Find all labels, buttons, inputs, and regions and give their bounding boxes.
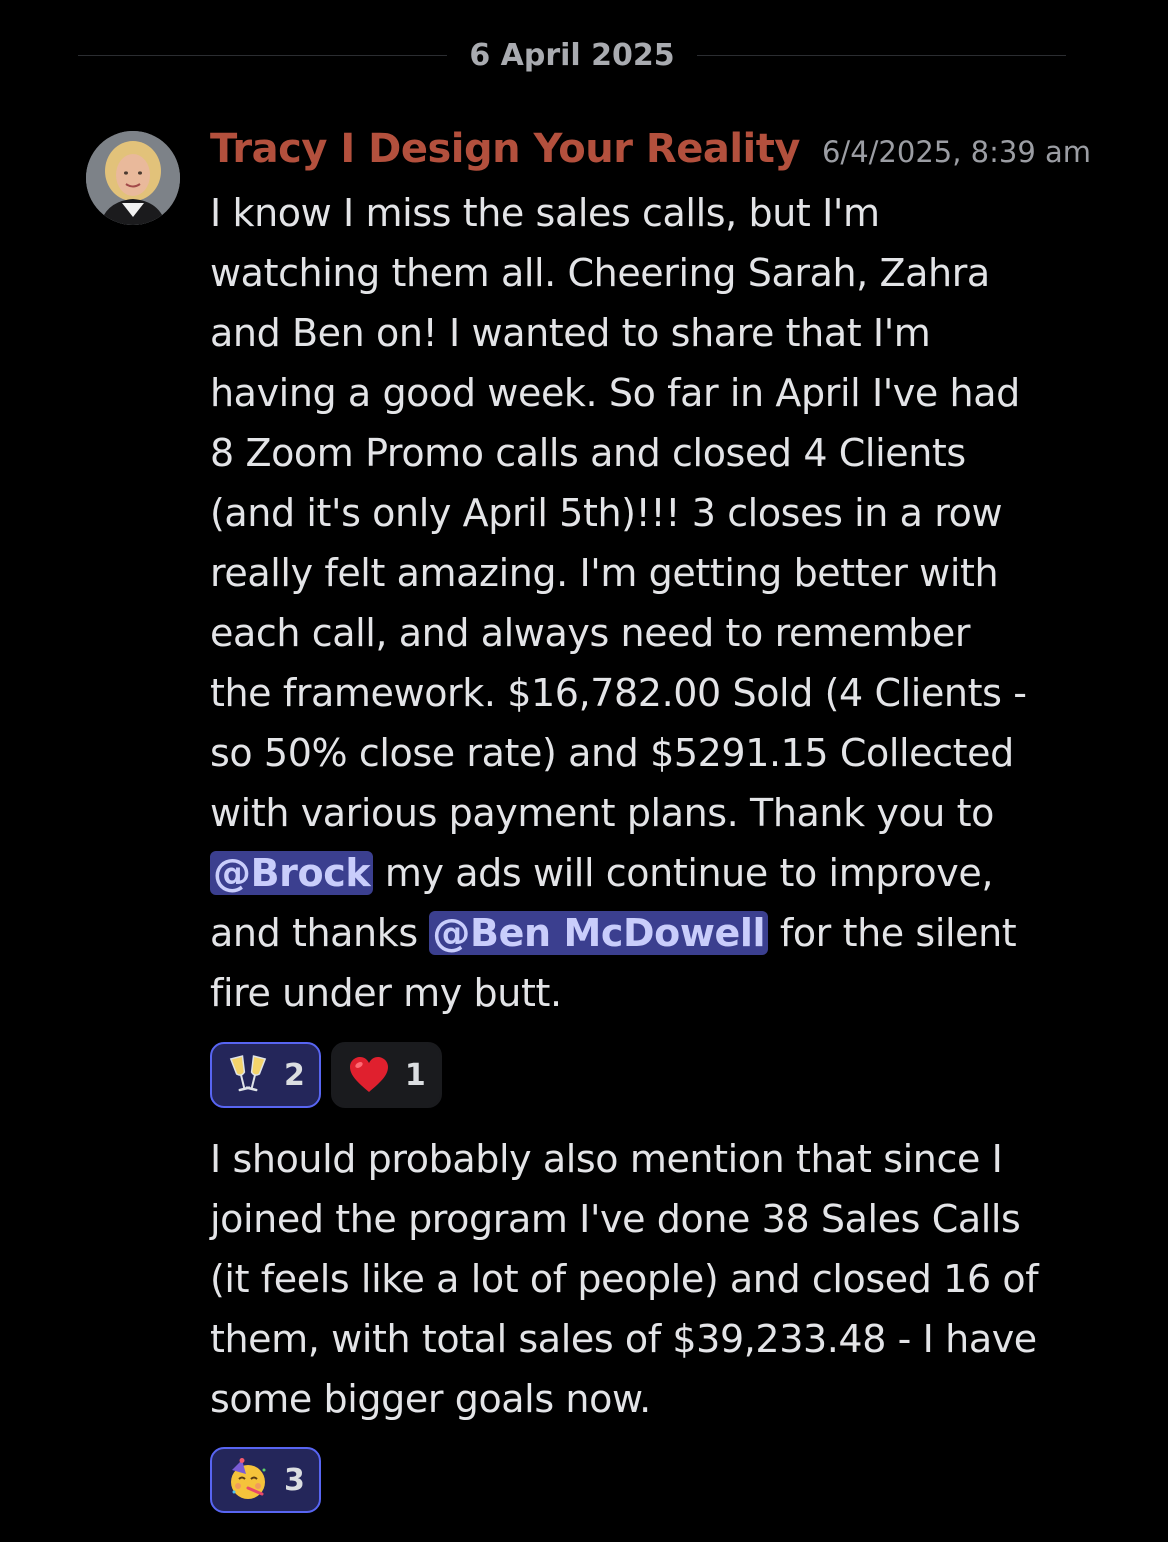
message-line: really felt amazing. I'm getting better … bbox=[210, 551, 999, 595]
message-text-fragment: my ads will continue to improve, bbox=[373, 851, 994, 895]
reaction-bar: 2 1 bbox=[210, 1042, 442, 1108]
message-line: and Ben on! I wanted to share that I'm bbox=[210, 311, 931, 355]
reaction-count: 3 bbox=[284, 1462, 305, 1498]
message-line: each call, and always need to remember bbox=[210, 611, 971, 655]
avatar[interactable] bbox=[86, 131, 180, 225]
reaction-count: 1 bbox=[404, 1057, 426, 1093]
divider-line-left bbox=[78, 54, 448, 56]
red-heart-icon bbox=[349, 1057, 388, 1092]
profile-photo-icon bbox=[86, 131, 180, 225]
clinking-glasses-icon bbox=[229, 1055, 267, 1092]
message-timestamp: 6/4/2025, 8:39 am bbox=[821, 135, 1092, 169]
reaction-count: 2 bbox=[284, 1057, 305, 1093]
message-line: (it feels like a lot of people) and clos… bbox=[210, 1257, 1039, 1301]
message-line: with various payment plans. Thank you to bbox=[210, 791, 995, 835]
message-line: them, with total sales of $39,233.48 - I… bbox=[210, 1317, 1037, 1361]
message-line: I should probably also mention that sinc… bbox=[210, 1137, 1003, 1181]
message-line: (and it's only April 5th)!!! 3 closes in… bbox=[210, 491, 1003, 535]
message-line: having a good week. So far in April I've… bbox=[210, 371, 1020, 415]
date-divider-label: 6 April 2025 bbox=[469, 37, 675, 73]
partying-face-icon bbox=[231, 1458, 266, 1499]
mention-ben-mcdowell[interactable]: @Ben McDowell bbox=[429, 911, 769, 955]
message-line: watching them all. Cheering Sarah, Zahra bbox=[210, 251, 990, 295]
message-line-with-mention: and thanks @Ben McDowell for the silent bbox=[210, 903, 1080, 963]
message-body-2: I should probably also mention that sinc… bbox=[210, 1129, 1080, 1429]
message-line: some bigger goals now. bbox=[210, 1377, 651, 1421]
reaction-bar: 3 bbox=[210, 1447, 321, 1513]
message-line: so 50% close rate) and $5291.15 Collecte… bbox=[210, 731, 1014, 775]
message-line: the framework. $16,782.00 Sold (4 Client… bbox=[210, 671, 1027, 715]
author-name[interactable]: Tracy I Design Your Reality bbox=[210, 126, 800, 172]
message-header: Tracy I Design Your Reality 6/4/2025, 8:… bbox=[210, 126, 1110, 184]
message-body-1: I know I miss the sales calls, but I'm w… bbox=[210, 183, 1080, 1023]
divider-line-right bbox=[696, 54, 1066, 56]
message-text-fragment: for the silent bbox=[768, 911, 1017, 955]
reaction-red-heart[interactable]: 1 bbox=[330, 1042, 442, 1108]
message-line-with-mention: @Brock my ads will continue to improve, bbox=[210, 843, 1080, 903]
message-line: fire under my butt. bbox=[210, 971, 562, 1015]
message-text-fragment: and thanks bbox=[210, 911, 430, 955]
date-divider: 6 April 2025 bbox=[78, 28, 1066, 82]
reaction-partying-face[interactable]: 3 bbox=[210, 1447, 321, 1513]
mention-brock[interactable]: @Brock bbox=[210, 851, 374, 895]
reaction-clinking-glasses[interactable]: 2 bbox=[210, 1042, 321, 1108]
message-line: 8 Zoom Promo calls and closed 4 Clients bbox=[210, 431, 966, 475]
message-line: joined the program I've done 38 Sales Ca… bbox=[210, 1197, 1021, 1241]
message-line: I know I miss the sales calls, but I'm bbox=[210, 191, 880, 235]
